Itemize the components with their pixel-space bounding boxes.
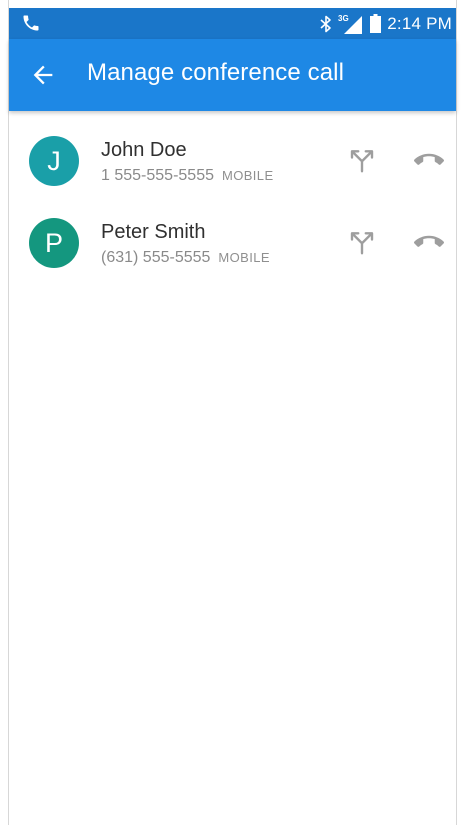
avatar: J xyxy=(29,136,79,186)
battery-icon xyxy=(370,14,382,33)
participant-row: J John Doe 1 555-555-5555 MOBILE xyxy=(9,119,456,201)
participant-number-line: 1 555-555-5555 MOBILE xyxy=(101,167,274,185)
right-edge-line xyxy=(456,0,457,825)
status-bar: 3G 2:14 PM xyxy=(9,8,456,39)
participant-name: Peter Smith xyxy=(101,221,206,243)
end-call-icon[interactable] xyxy=(414,227,444,257)
avatar: P xyxy=(29,218,79,268)
phone-call-icon xyxy=(23,15,39,31)
split-call-icon[interactable] xyxy=(347,227,377,257)
participant-number-line: (631) 555-5555 MOBILE xyxy=(101,249,270,267)
number-type-label: MOBILE xyxy=(218,250,270,265)
app-bar: Manage conference call xyxy=(9,39,456,111)
participant-row: P Peter Smith (631) 555-5555 MOBILE xyxy=(9,201,456,283)
page-title: Manage conference call xyxy=(87,59,345,86)
signal-icon: 3G xyxy=(338,14,363,34)
arrow-back-icon[interactable] xyxy=(29,61,57,89)
network-type-label: 3G xyxy=(338,14,349,23)
end-call-icon[interactable] xyxy=(414,145,444,175)
participant-number: 1 555-555-5555 xyxy=(101,167,214,184)
participant-number: (631) 555-5555 xyxy=(101,249,211,266)
screen: 3G 2:14 PM Manage conference call J John… xyxy=(0,0,465,825)
bluetooth-icon xyxy=(320,15,332,32)
number-type-label: MOBILE xyxy=(221,168,274,183)
status-time: 2:14 PM xyxy=(387,13,452,33)
participant-list: J John Doe 1 555-555-5555 MOBILE P Peter … xyxy=(9,119,456,283)
participant-name: John Doe xyxy=(101,139,187,161)
split-call-icon[interactable] xyxy=(347,145,377,175)
